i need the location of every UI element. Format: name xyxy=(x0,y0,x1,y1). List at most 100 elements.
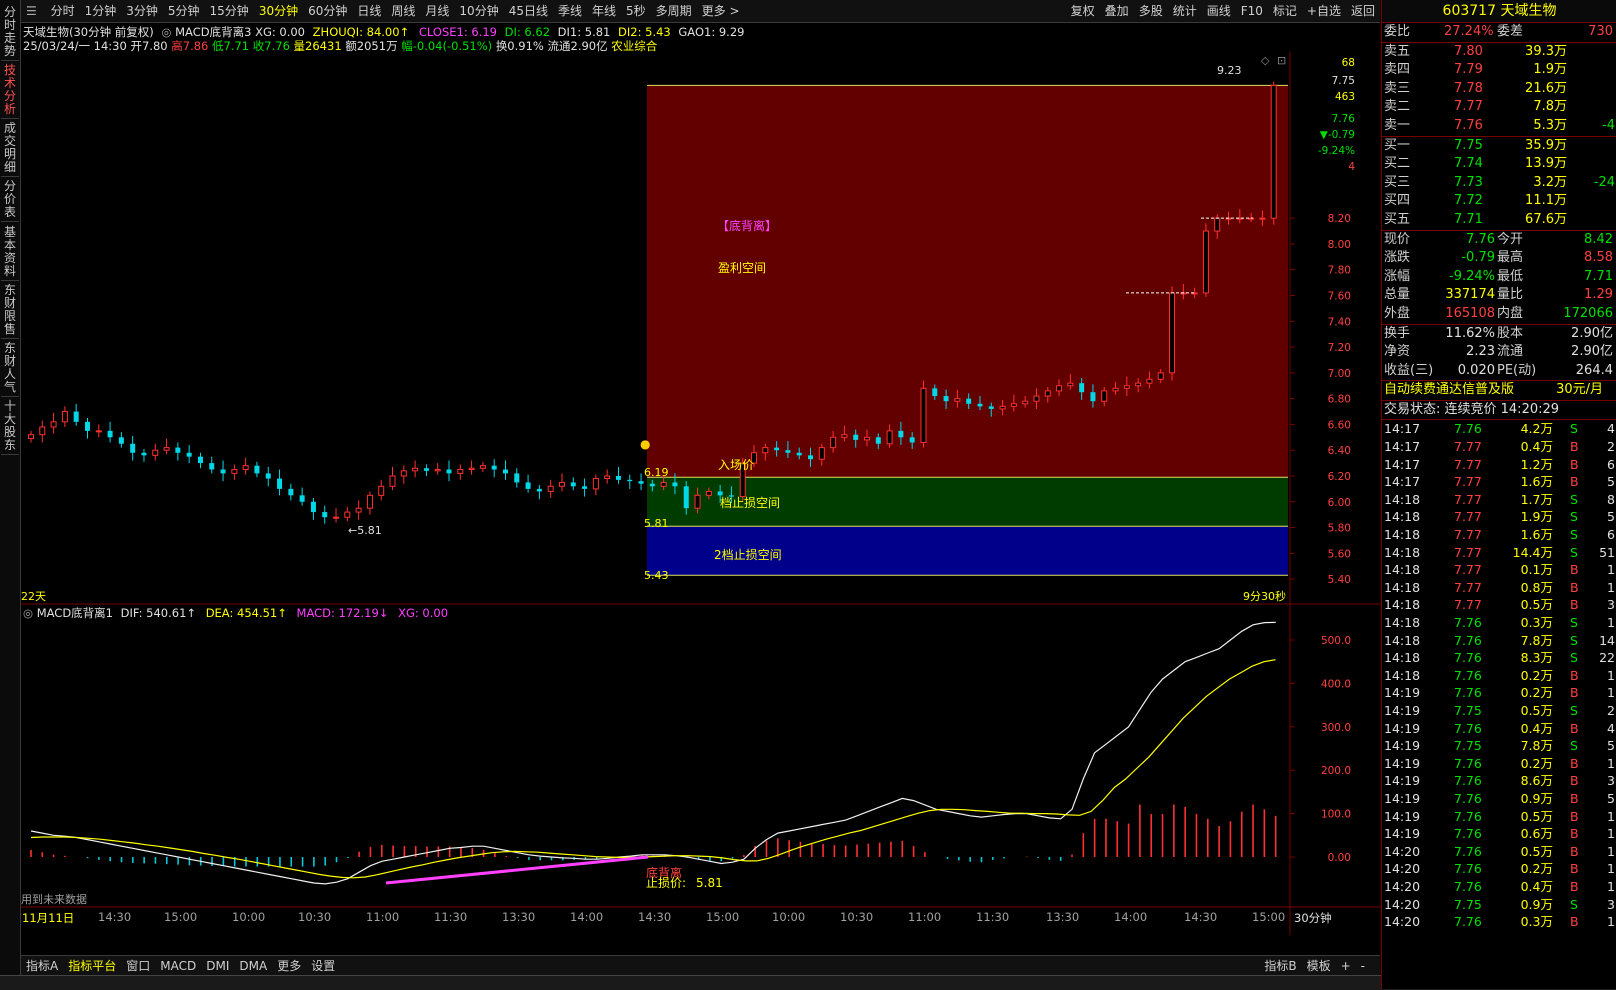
stat-label: 最低 xyxy=(1497,268,1524,284)
tick-price: 7.77 xyxy=(1454,544,1482,560)
bids-row[interactable]: 买五 7.71 67.6万 xyxy=(1382,211,1616,230)
tick-price: 7.76 xyxy=(1454,808,1482,824)
x-axis-label: 10:30 xyxy=(298,910,332,924)
left-tab-4[interactable]: 基本资料 xyxy=(1,224,19,281)
candle-body xyxy=(468,467,475,471)
bids-row[interactable]: 买四 7.72 11.1万 xyxy=(1382,192,1616,211)
bids-volume: 13.9万 xyxy=(1525,156,1567,172)
period-btn-1[interactable]: 1分钟 xyxy=(80,0,122,22)
formula-dropdown-icon[interactable]: ◎ xyxy=(161,25,171,39)
toolbar-btn-2[interactable]: 多股 xyxy=(1134,0,1168,22)
candle-body xyxy=(1123,385,1130,389)
period-btn-9[interactable]: 月线 xyxy=(420,0,454,22)
toolbar-btn-0[interactable]: 复权 xyxy=(1066,0,1100,22)
indicator-right-tab-0[interactable]: 指标B xyxy=(1259,956,1301,976)
indicator-tab-7[interactable]: 设置 xyxy=(306,956,340,976)
tick-volume: 0.3万 xyxy=(1520,914,1553,930)
y-tick-label: 5.40 xyxy=(1328,574,1351,586)
bids-row[interactable]: 买二 7.74 13.9万 xyxy=(1382,155,1616,174)
toolbar-btn-3[interactable]: 统计 xyxy=(1168,0,1202,22)
tick-time: 14:20 xyxy=(1384,878,1421,894)
formula-name[interactable]: MACD底背离3 xyxy=(175,25,251,39)
tick-count: 1 xyxy=(1607,562,1615,578)
tick-time: 14:18 xyxy=(1384,667,1421,683)
tick-row: 14:20 7.76 0.2万 B 1 xyxy=(1382,860,1616,878)
period-btn-4[interactable]: 15分钟 xyxy=(205,0,254,22)
tick-count: 8 xyxy=(1607,491,1615,507)
period-btn-5[interactable]: 30分钟 xyxy=(254,0,303,22)
period-btn-14[interactable]: 5秒 xyxy=(621,0,651,22)
indicator-tab-5[interactable]: DMA xyxy=(234,956,272,976)
asks-row[interactable]: 卖五 7.80 39.3万 xyxy=(1382,43,1616,62)
left-tab-0[interactable]: 分时走势 xyxy=(1,4,19,61)
tick-volume: 0.5万 xyxy=(1520,702,1553,718)
toolbar-btn-5[interactable]: F10 xyxy=(1236,0,1268,22)
period-label[interactable]: 30分钟 xyxy=(1294,910,1332,926)
indicator-tab-0[interactable]: 指标A xyxy=(21,956,63,976)
toolbar-btn-6[interactable]: 标记 xyxy=(1268,0,1302,22)
period-btn-8[interactable]: 周线 xyxy=(386,0,420,22)
indicator-tab-3[interactable]: MACD xyxy=(155,956,201,976)
tick-direction: B xyxy=(1570,861,1579,877)
period-btn-2[interactable]: 3分钟 xyxy=(121,0,163,22)
macd-y-label: 100.0 xyxy=(1321,809,1351,821)
tick-time: 14:19 xyxy=(1384,685,1421,701)
price-chart[interactable]: 8.20 8.00 7.80 7.60 7.40 7.20 7.00 6.80 6.60 6.40… xyxy=(21,52,1380,605)
bar-sector[interactable]: 农业综合 xyxy=(611,39,657,53)
stat-value: 172066 xyxy=(1563,305,1613,321)
tick-row: 14:18 7.77 1.7万 S 8 xyxy=(1382,491,1616,509)
weibi-row: 委比 27.24% 委差 730 xyxy=(1382,23,1616,42)
macd-chart[interactable]: 500.0400.0300.0200.0100.00.00底背离止损价: 5.81… xyxy=(21,605,1380,935)
period-btn-7[interactable]: 日线 xyxy=(352,0,386,22)
macd-formula-name[interactable]: MACD底背离1 xyxy=(37,606,113,620)
toolbar-btn-4[interactable]: 画线 xyxy=(1202,0,1236,22)
x-axis-label: 15:00 xyxy=(1252,910,1286,924)
candle-body xyxy=(50,421,57,428)
toolbar-btn-8[interactable]: 返回 xyxy=(1346,0,1380,22)
period-btn-11[interactable]: 45日线 xyxy=(504,0,553,22)
tick-list[interactable]: 14:17 7.76 4.2万 S 4 14:17 7.77 0.4万 B 2 14:17 7.77 1… xyxy=(1382,420,1616,930)
y-tick-label: 5.80 xyxy=(1328,523,1351,535)
indicator-right-tab-2[interactable]: + xyxy=(1336,956,1356,976)
left-tab-7[interactable]: 十大股东 xyxy=(1,398,19,455)
tick-row: 14:17 7.76 4.2万 S 4 xyxy=(1382,420,1616,438)
tick-direction: B xyxy=(1570,790,1579,806)
promo-row[interactable]: 自动续费通达信普及版 30元/月 xyxy=(1382,381,1616,400)
asks-row[interactable]: 卖二 7.77 7.8万 xyxy=(1382,98,1616,117)
promo-price[interactable]: 30元/月 xyxy=(1556,381,1603,400)
asks-row[interactable]: 卖四 7.79 1.9万 xyxy=(1382,61,1616,80)
period-btn-10[interactable]: 10分钟 xyxy=(454,0,503,22)
indicator-tab-2[interactable]: 窗口 xyxy=(121,956,155,976)
bids-row[interactable]: 买一 7.75 35.9万 xyxy=(1382,137,1616,156)
macd-dropdown-icon[interactable]: ◎ xyxy=(23,606,33,620)
left-tab-2[interactable]: 成交明细 xyxy=(1,120,19,177)
left-tab-1[interactable]: 技术分析 xyxy=(1,62,19,119)
tick-volume: 14.4万 xyxy=(1512,544,1553,560)
left-tab-3[interactable]: 分价表 xyxy=(1,178,19,222)
period-btn-6[interactable]: 60分钟 xyxy=(303,0,352,22)
bids-row[interactable]: 买三 7.73 3.2万 -24 xyxy=(1382,174,1616,193)
y-tick-label: 6.20 xyxy=(1328,471,1351,483)
period-btn-3[interactable]: 5分钟 xyxy=(163,0,205,22)
period-btn-12[interactable]: 季线 xyxy=(553,0,587,22)
asks-row[interactable]: 卖一 7.76 5.3万 -4 xyxy=(1382,117,1616,136)
toolbar-btn-7[interactable]: +自选 xyxy=(1302,0,1346,22)
period-btn-16[interactable]: 更多 > xyxy=(697,0,745,22)
period-btn-0[interactable]: 分时 xyxy=(46,0,80,22)
indicator-tab-4[interactable]: DMI xyxy=(201,956,234,976)
promo-text[interactable]: 自动续费通达信普及版 xyxy=(1384,381,1514,400)
period-btn-15[interactable]: 多周期 xyxy=(651,0,697,22)
left-tab-6[interactable]: 东财人气 xyxy=(1,340,19,397)
indicator-right-tab-1[interactable]: 模板 xyxy=(1302,956,1336,976)
menu-icon[interactable]: ☰ xyxy=(21,0,42,22)
period-btn-13[interactable]: 年线 xyxy=(587,0,621,22)
indicator-tab-1[interactable]: 指标平台 xyxy=(63,956,121,976)
asks-row[interactable]: 卖三 7.78 21.6万 xyxy=(1382,80,1616,99)
toolbar-btn-1[interactable]: 叠加 xyxy=(1100,0,1134,22)
tick-row: 14:20 7.76 0.4万 B 1 xyxy=(1382,878,1616,896)
left-tab-5[interactable]: 东财限售 xyxy=(1,282,19,339)
indicator-right-tab-3[interactable]: - xyxy=(1356,956,1370,976)
tick-price: 7.76 xyxy=(1454,755,1482,771)
indicator-tab-6[interactable]: 更多 xyxy=(272,956,306,976)
tick-volume: 0.9万 xyxy=(1520,896,1553,912)
